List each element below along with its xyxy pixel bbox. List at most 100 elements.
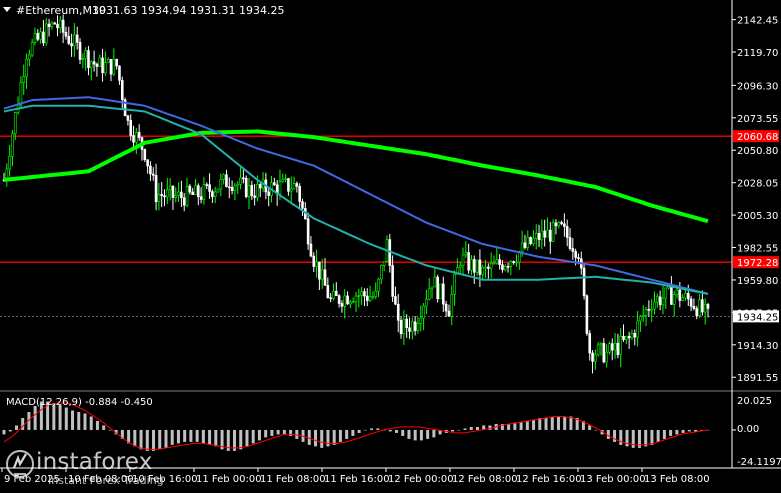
- candle-body: [678, 289, 682, 301]
- candle-body: [258, 184, 262, 189]
- candle-body: [602, 343, 606, 363]
- candle-body: [391, 265, 394, 297]
- candle-body: [484, 266, 487, 269]
- macd-histogram-bar: [282, 429, 286, 435]
- time-label: 12 Feb 08:00: [452, 474, 518, 485]
- candle-body: [701, 299, 704, 313]
- candle-body: [706, 304, 710, 309]
- candle-body: [487, 266, 490, 269]
- candle-body: [408, 327, 411, 332]
- macd-histogram-bar: [251, 429, 255, 444]
- candle-body: [433, 276, 437, 288]
- candle-body: [267, 191, 271, 196]
- macd-histogram-bar: [475, 426, 479, 430]
- candle-body: [64, 31, 68, 37]
- candle-body: [70, 43, 73, 47]
- candle-body: [627, 335, 631, 339]
- candle-body: [549, 229, 552, 242]
- macd-scale-bottom: -24.1197: [737, 457, 781, 468]
- candle-body: [495, 259, 499, 264]
- candle-body: [670, 285, 673, 305]
- macd-histogram-bar: [370, 428, 374, 430]
- current-price-text: 1934.25: [737, 312, 778, 323]
- macd-histogram-bar: [326, 429, 330, 447]
- candle-body: [25, 58, 28, 77]
- time-label: 13 Feb 00:00: [580, 474, 646, 485]
- macd-histogram-bar: [687, 429, 691, 432]
- macd-histogram-bar: [21, 417, 25, 430]
- candle-body: [382, 261, 386, 266]
- candle-body: [532, 238, 535, 244]
- price-label: 2142.45: [737, 16, 778, 27]
- macd-histogram-bar: [631, 429, 635, 448]
- macd-histogram-bar: [662, 429, 666, 439]
- macd-histogram-bar: [133, 429, 137, 447]
- macd-histogram-bar: [102, 425, 106, 430]
- time-label: 13 Feb 08:00: [644, 474, 710, 485]
- candle-body: [67, 35, 71, 44]
- candle-body: [368, 296, 372, 301]
- candle-body: [239, 177, 242, 185]
- candle-body: [641, 315, 645, 317]
- chart-window[interactable]: #Ethereum,M30 1931.63 1934.94 1931.31 19…: [0, 0, 781, 489]
- candle-body: [182, 197, 186, 206]
- macd-histogram-bar: [276, 429, 280, 435]
- candle-body: [613, 342, 617, 351]
- candle-body: [151, 173, 155, 176]
- candle-body: [472, 259, 476, 273]
- candle-body: [95, 63, 99, 67]
- candle-body: [188, 185, 192, 193]
- candle-body: [422, 305, 425, 319]
- candle-body: [650, 308, 653, 311]
- candle-body: [135, 132, 138, 143]
- candle-body: [129, 120, 133, 136]
- candle-body: [146, 159, 149, 167]
- candle-body: [498, 259, 501, 265]
- candle-body: [585, 295, 589, 334]
- macd-histogram-bar: [588, 425, 592, 430]
- macd-histogram-bar: [208, 429, 212, 445]
- candle-body: [619, 335, 623, 355]
- macd-histogram-bar: [164, 429, 168, 448]
- time-label: 12 Feb 16:00: [516, 474, 582, 485]
- candle-body: [577, 257, 580, 260]
- candle-body: [616, 342, 620, 355]
- macd-histogram-bar: [2, 429, 6, 435]
- candle-body: [630, 333, 634, 339]
- candle-body: [450, 294, 454, 317]
- macd-histogram-bar: [71, 410, 75, 430]
- macd-histogram-bar: [457, 429, 461, 431]
- macd-histogram-bar: [307, 429, 311, 445]
- price-label: 2028.05: [737, 179, 778, 190]
- macd-histogram-bar: [345, 429, 349, 439]
- candle-body: [253, 195, 256, 198]
- candle-body: [523, 242, 527, 248]
- price-label: 2005.30: [737, 211, 778, 222]
- macd-histogram-bar: [338, 429, 342, 442]
- candle-body: [174, 195, 178, 198]
- candle-body: [565, 226, 569, 238]
- candle-body: [371, 296, 375, 298]
- macd-histogram-bar: [507, 423, 511, 430]
- candle-body: [588, 333, 592, 354]
- macd-histogram-bar: [183, 429, 187, 442]
- macd-histogram-bar: [569, 416, 573, 430]
- candle-body: [692, 306, 696, 309]
- candle-body: [605, 351, 608, 363]
- candle-body: [160, 194, 163, 196]
- candle-body: [256, 184, 259, 198]
- macd-scale-top: 20.025: [737, 396, 772, 407]
- candle-body: [199, 196, 203, 200]
- candle-body: [312, 255, 316, 267]
- candle-body: [363, 291, 366, 297]
- macd-histogram-bar: [195, 429, 199, 442]
- candle-body: [213, 191, 217, 198]
- macd-histogram-bar: [451, 429, 455, 432]
- candle-body: [208, 184, 211, 192]
- price-label: 1914.30: [737, 341, 778, 352]
- macd-histogram-bar: [108, 429, 112, 431]
- candle-body: [47, 23, 51, 28]
- candle-body: [396, 303, 400, 321]
- candle-body: [13, 112, 17, 134]
- price-label: 2073.55: [737, 114, 778, 125]
